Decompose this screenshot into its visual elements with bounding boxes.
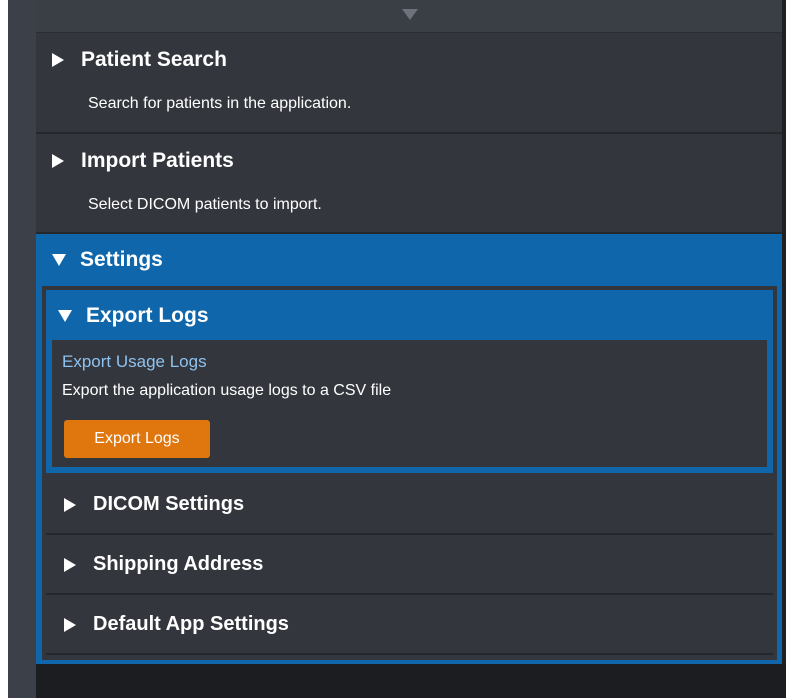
- settings-item-title: Default App Settings: [93, 613, 289, 635]
- export-logs-header[interactable]: Export Logs: [58, 304, 209, 328]
- section-header[interactable]: Import Patients: [52, 149, 234, 173]
- side-panel: Patient Search Search for patients in th…: [36, 0, 786, 698]
- export-usage-logs-title: Export Usage Logs: [62, 352, 207, 371]
- caret-right-icon: [52, 53, 64, 67]
- settings-item-header[interactable]: Default App Settings: [64, 613, 289, 636]
- card-title: Export Logs: [86, 304, 209, 327]
- settings-item-shipping-address[interactable]: Shipping Address: [46, 535, 773, 595]
- scroll-up-strip[interactable]: [36, 0, 782, 33]
- export-logs-card: Export Logs Export Usage Logs Export the…: [46, 290, 773, 473]
- export-usage-logs-description: Export the application usage logs to a C…: [62, 382, 392, 399]
- section-description: Search for patients in the application.: [88, 95, 352, 112]
- section-header[interactable]: Patient Search: [52, 48, 227, 72]
- settings-item-default-app-settings[interactable]: Default App Settings: [46, 595, 773, 655]
- settings-item-title: Shipping Address: [93, 553, 264, 575]
- chevron-down-icon: [402, 9, 418, 20]
- section-patient-search[interactable]: Patient Search Search for patients in th…: [36, 33, 782, 134]
- settings-item-header[interactable]: DICOM Settings: [64, 493, 244, 516]
- settings-item-header[interactable]: Shipping Address: [64, 553, 263, 576]
- caret-right-icon: [64, 617, 76, 632]
- panel-footer: [36, 664, 786, 698]
- section-title: Patient Search: [81, 48, 227, 71]
- settings-item-dicom-settings[interactable]: DICOM Settings: [46, 475, 773, 535]
- export-logs-button[interactable]: Export Logs: [64, 420, 210, 458]
- section-import-patients[interactable]: Import Patients Select DICOM patients to…: [36, 134, 782, 234]
- caret-right-icon: [52, 154, 64, 168]
- section-title: Import Patients: [81, 149, 234, 172]
- caret-right-icon: [64, 497, 76, 512]
- caret-down-icon: [52, 254, 66, 266]
- caret-right-icon: [64, 557, 76, 572]
- settings-header[interactable]: Settings: [52, 248, 163, 272]
- settings-item-title: DICOM Settings: [93, 493, 245, 515]
- caret-down-icon: [58, 310, 72, 322]
- left-rail: [8, 0, 36, 698]
- section-settings: Settings Export Logs Export Usage Logs E…: [36, 234, 782, 664]
- section-description: Select DICOM patients to import.: [88, 196, 322, 213]
- export-logs-body: Export Usage Logs Export the application…: [52, 340, 767, 467]
- section-title: Settings: [80, 248, 163, 271]
- settings-content: Export Logs Export Usage Logs Export the…: [42, 286, 777, 660]
